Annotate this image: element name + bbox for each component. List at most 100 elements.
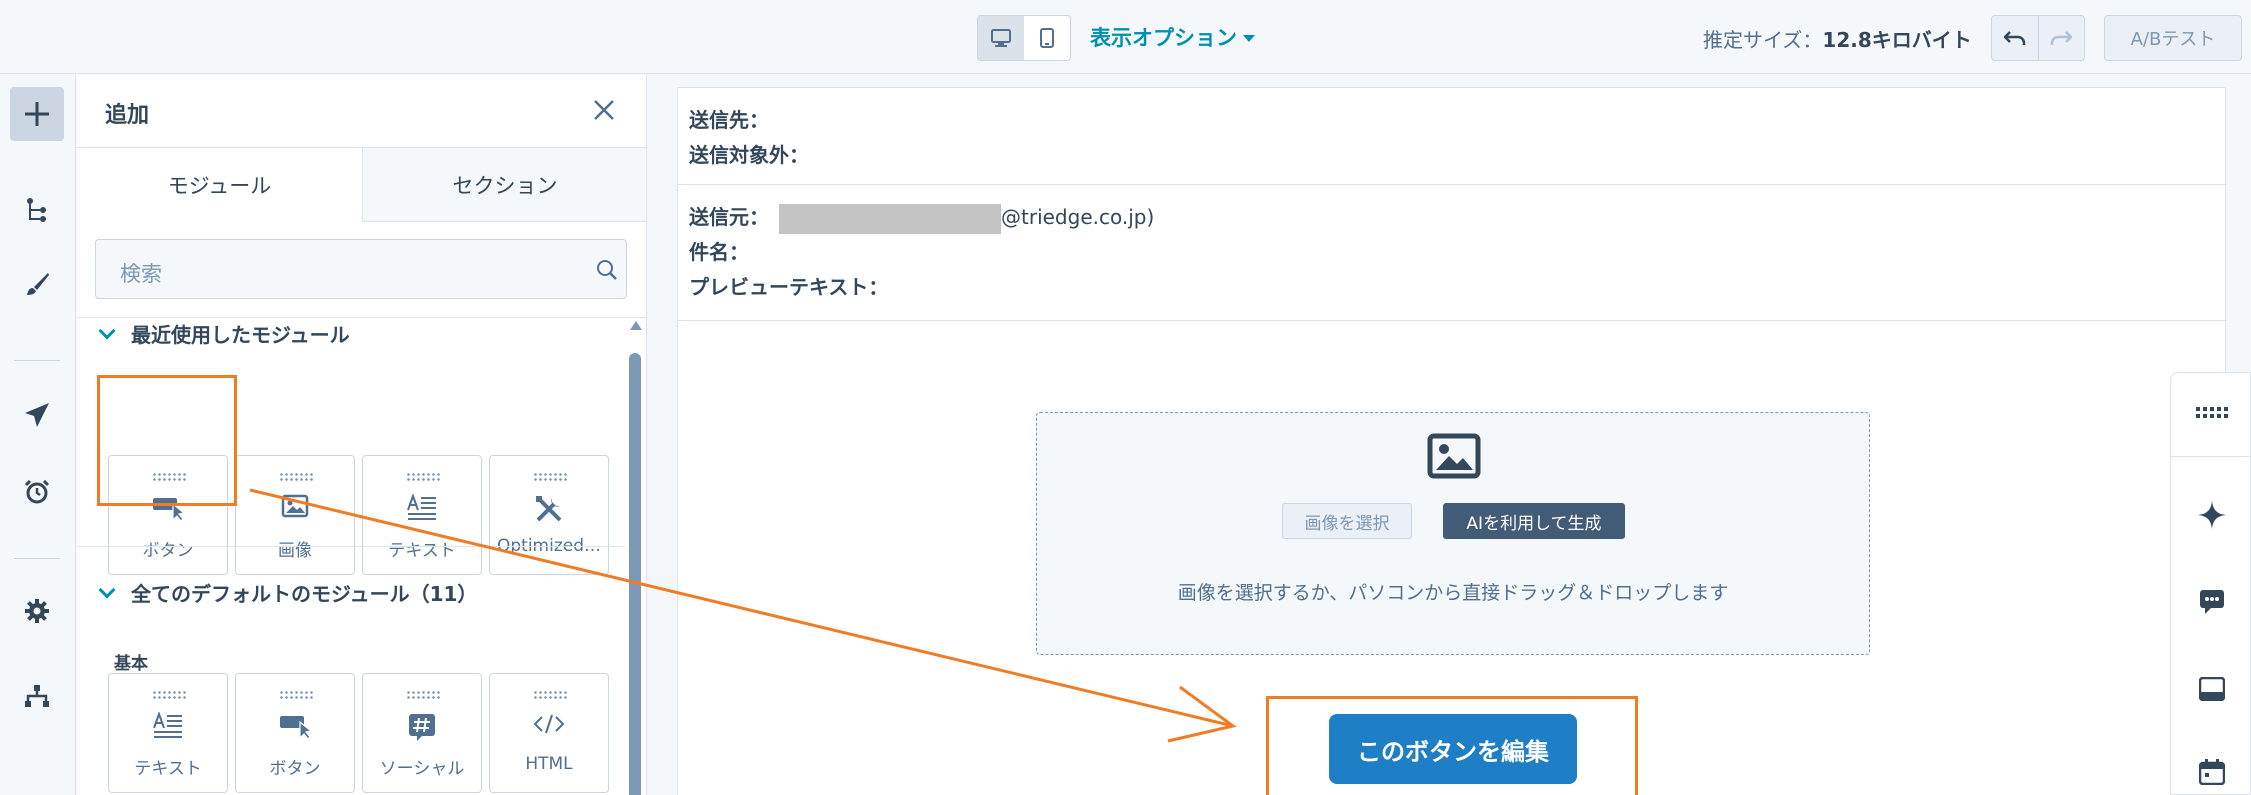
email-preview: 送信先： 送信対象外： 送信元： @triedge.co.jp) 件名： プレビュ… (677, 87, 2227, 795)
desktop-icon (991, 29, 1011, 47)
image-module-dropzone[interactable]: 画像を選択 AIを利用して生成 画像を選択するか、パソコンから直接ドラッグ＆ドロ… (1036, 412, 1870, 655)
layout-grid-button[interactable] (2171, 407, 2251, 419)
module-optimized-recent[interactable]: Optimized… (489, 455, 609, 575)
default-modules-toggle[interactable]: 全てのデフォルトのモジュール（11） (98, 578, 477, 607)
mobile-preview-button[interactable] (1024, 16, 1070, 60)
calendar-button[interactable] (2171, 759, 2251, 785)
ab-test-button[interactable]: A/Bテスト (2104, 15, 2242, 61)
calendar-icon (2198, 759, 2225, 785)
send-icon (25, 403, 49, 427)
sitemap-button[interactable] (10, 669, 64, 723)
tab-sections[interactable]: セクション (362, 148, 646, 222)
structure-button[interactable] (10, 183, 64, 237)
header-divider (678, 320, 2227, 321)
code-icon (533, 714, 565, 734)
search-placeholder: 検索 (120, 262, 162, 286)
settings-button[interactable] (10, 584, 64, 638)
drag-handle-icon (533, 472, 567, 482)
basic-category-label: 基本 (114, 654, 148, 674)
email-canvas: 送信先： 送信対象外： 送信元： @triedge.co.jp) 件名： プレビュ… (648, 75, 2251, 795)
preview-window-button[interactable] (2171, 677, 2251, 701)
drag-handle-icon (406, 690, 440, 700)
redacted-sender (779, 203, 1001, 234)
drag-handle-icon (533, 690, 567, 700)
module-text-recent[interactable]: テキスト (362, 455, 482, 575)
drop-hint-text: 画像を選択するか、パソコンから直接ドラッグ＆ドロップします (1177, 582, 1729, 604)
module-search-input[interactable]: 検索 (95, 239, 627, 299)
close-icon (594, 100, 614, 120)
comments-button[interactable] (2171, 589, 2251, 615)
module-image-recent[interactable]: 画像 (235, 455, 355, 575)
from-line[interactable]: 送信元： @triedge.co.jp) (689, 201, 1154, 234)
device-toggle (977, 15, 1071, 61)
image-icon (1427, 433, 1481, 479)
rail-divider (2171, 456, 2251, 457)
design-button[interactable] (10, 257, 64, 311)
module-label: ソーシャル (379, 759, 465, 779)
drag-handle-icon (152, 690, 186, 700)
close-panel-button[interactable] (591, 97, 617, 123)
alarm-icon (24, 479, 50, 504)
grid-dots-icon (2195, 407, 2228, 418)
preview-text-label[interactable]: プレビューテキスト： (689, 271, 888, 300)
schedule-button[interactable] (10, 465, 64, 519)
section-divider (77, 546, 625, 547)
scrollbar-thumb[interactable] (629, 353, 641, 795)
module-button[interactable]: ボタン (235, 673, 355, 793)
module-label: テキスト (134, 759, 202, 779)
rail-divider (14, 360, 60, 361)
tree-icon (27, 198, 46, 222)
header-divider (678, 184, 2227, 185)
subject-label[interactable]: 件名： (689, 236, 749, 265)
chevron-down-icon (98, 322, 116, 339)
view-options-label: 表示オプション (1090, 26, 1237, 50)
module-label: HTML (525, 754, 573, 774)
brush-icon (27, 273, 49, 295)
chevron-down-icon (98, 581, 116, 598)
button-icon (280, 716, 312, 740)
module-label: ボタン (142, 541, 194, 561)
drag-handle-icon (406, 472, 440, 482)
exclude-label[interactable]: 送信対象外： (689, 139, 809, 168)
undo-icon (2003, 31, 2026, 45)
tab-modules[interactable]: モジュール (77, 148, 362, 222)
image-icon (281, 494, 309, 518)
ai-assistant-button[interactable] (2171, 501, 2251, 529)
module-label: テキスト (388, 541, 456, 561)
sitemap-icon (25, 685, 49, 707)
add-panel: 追加 モジュール セクション 検索 最近使用したモジュール ボタン 画像 テキス… (77, 75, 647, 795)
left-rail (0, 75, 76, 795)
to-label[interactable]: 送信先： (689, 104, 769, 133)
scroll-up-icon[interactable] (630, 321, 642, 330)
add-button[interactable] (10, 87, 64, 141)
top-toolbar: 表示オプション 推定サイズ： 12.8キロバイト A/Bテスト (0, 0, 2251, 74)
panel-scrollbar[interactable] (626, 315, 644, 795)
recent-modules-title: 最近使用したモジュール (131, 323, 350, 347)
mobile-icon (1040, 28, 1054, 48)
drag-handle-icon (279, 690, 313, 700)
caret-down-icon (1243, 35, 1255, 42)
module-html[interactable]: HTML (489, 673, 609, 793)
undo-button[interactable] (1992, 16, 2038, 60)
drag-handle-icon (279, 472, 313, 482)
module-label: 画像 (278, 541, 312, 561)
text-icon (153, 712, 182, 738)
rail-divider (14, 558, 60, 559)
from-label: 送信元： (689, 205, 769, 229)
send-button[interactable] (10, 388, 64, 442)
module-social[interactable]: ソーシャル (362, 673, 482, 793)
redo-button[interactable] (2037, 16, 2084, 60)
right-rail (2170, 372, 2251, 795)
recent-modules-toggle[interactable]: 最近使用したモジュール (98, 319, 350, 348)
estimated-size: 推定サイズ： 12.8キロバイト (1703, 24, 1972, 53)
ai-generate-button[interactable]: AIを利用して生成 (1443, 503, 1625, 539)
select-image-button[interactable]: 画像を選択 (1282, 503, 1412, 539)
desktop-preview-button[interactable] (978, 16, 1024, 60)
edit-this-button[interactable]: このボタンを編集 (1329, 714, 1577, 784)
chat-icon (2199, 590, 2224, 614)
highlight-frame-edit-button: このボタンを編集 (1266, 696, 1638, 795)
view-options-dropdown[interactable]: 表示オプション (1090, 22, 1255, 52)
search-icon (597, 260, 617, 280)
list-divider (77, 317, 646, 318)
module-text[interactable]: テキスト (108, 673, 228, 793)
